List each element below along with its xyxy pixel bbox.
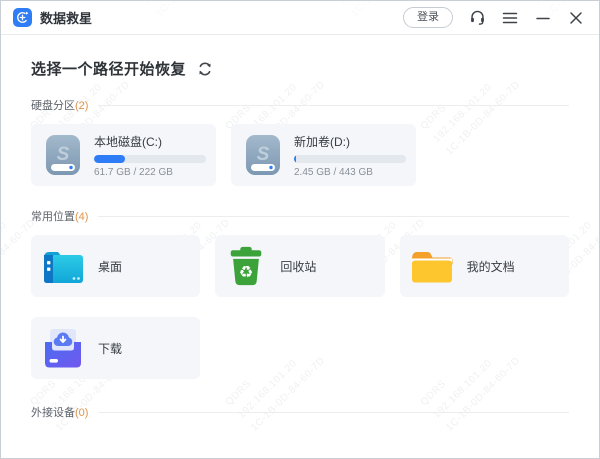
svg-text:S: S bbox=[257, 144, 270, 165]
divider bbox=[98, 216, 569, 217]
documents-folder-icon bbox=[410, 247, 454, 285]
common-count: (4) bbox=[75, 211, 88, 223]
location-name: 桌面 bbox=[98, 258, 122, 275]
titlebar: 数据救星 登录 bbox=[1, 1, 599, 35]
section-header-external: 外接设备(0) bbox=[31, 404, 569, 420]
desktop-folder-icon bbox=[41, 246, 85, 286]
svg-text:S: S bbox=[57, 144, 70, 165]
external-count: (0) bbox=[75, 407, 88, 419]
partitions-grid: S 本地磁盘(C:) 61.7 GB / 222 GB bbox=[31, 124, 569, 186]
app-window: QDRS 192.168.101.20 1C-1B-0D-84-60-7DQDR… bbox=[0, 0, 600, 459]
recycle-bin-icon: ♻ bbox=[225, 245, 267, 287]
app-title: 数据救星 bbox=[40, 8, 92, 27]
drive-name: 新加卷(D:) bbox=[294, 133, 406, 150]
section-header-partitions: 硬盘分区(2) bbox=[31, 97, 569, 113]
locations-grid: 桌面 ♻ 回收站 bbox=[31, 235, 569, 379]
svg-text:♻: ♻ bbox=[239, 263, 254, 281]
app-logo-icon bbox=[13, 8, 32, 27]
drive-card-d[interactable]: S 新加卷(D:) 2.45 GB / 443 GB bbox=[231, 124, 416, 186]
partitions-label: 硬盘分区 bbox=[31, 100, 75, 112]
drive-usage-bar bbox=[294, 155, 406, 163]
location-card-documents[interactable]: 我的文档 bbox=[400, 235, 569, 297]
drive-usage-fill bbox=[294, 155, 296, 163]
hard-drive-icon: S bbox=[41, 133, 85, 177]
section-header-common: 常用位置(4) bbox=[31, 208, 569, 224]
login-button[interactable]: 登录 bbox=[403, 7, 453, 27]
drive-usage-text: 61.7 GB / 222 GB bbox=[94, 167, 206, 178]
location-name: 回收站 bbox=[280, 258, 316, 275]
menu-icon[interactable] bbox=[501, 9, 519, 27]
external-label: 外接设备 bbox=[31, 407, 75, 419]
partitions-count: (2) bbox=[75, 100, 88, 112]
common-label: 常用位置 bbox=[31, 211, 75, 223]
drive-name: 本地磁盘(C:) bbox=[94, 133, 206, 150]
download-tray-icon bbox=[41, 327, 85, 369]
location-name: 下载 bbox=[98, 340, 122, 357]
minimize-icon[interactable] bbox=[534, 9, 552, 27]
drive-usage-bar bbox=[94, 155, 206, 163]
drive-usage-text: 2.45 GB / 443 GB bbox=[294, 167, 406, 178]
drive-card-c[interactable]: S 本地磁盘(C:) 61.7 GB / 222 GB bbox=[31, 124, 216, 186]
location-card-recycle-bin[interactable]: ♻ 回收站 bbox=[215, 235, 384, 297]
divider bbox=[98, 412, 569, 413]
support-headset-icon[interactable] bbox=[468, 9, 486, 27]
hard-drive-icon: S bbox=[241, 133, 285, 177]
close-icon[interactable] bbox=[567, 9, 585, 27]
divider bbox=[98, 105, 569, 106]
page-title: 选择一个路径开始恢复 bbox=[31, 58, 186, 79]
refresh-icon[interactable] bbox=[197, 61, 213, 77]
drive-usage-fill bbox=[94, 155, 125, 163]
location-card-desktop[interactable]: 桌面 bbox=[31, 235, 200, 297]
location-card-downloads[interactable]: 下载 bbox=[31, 317, 200, 379]
location-name: 我的文档 bbox=[467, 258, 515, 275]
